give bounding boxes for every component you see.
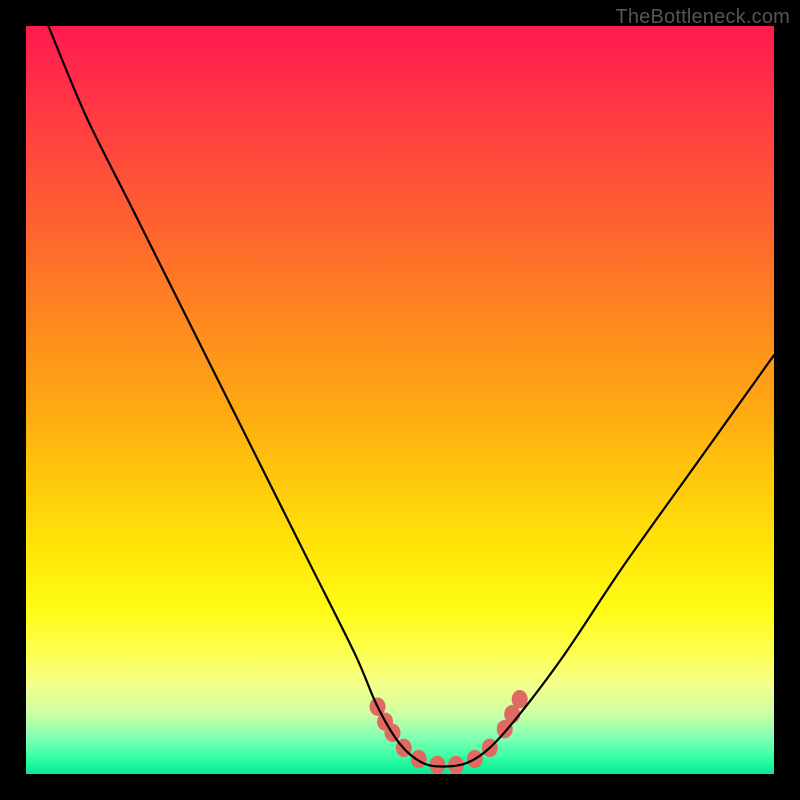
- chart-frame: TheBottleneck.com: [0, 0, 800, 800]
- watermark-text: TheBottleneck.com: [615, 6, 790, 29]
- marker-dot: [411, 750, 427, 768]
- chart-svg: [26, 26, 774, 774]
- plot-area: [26, 26, 774, 774]
- bottleneck-line: [48, 26, 774, 767]
